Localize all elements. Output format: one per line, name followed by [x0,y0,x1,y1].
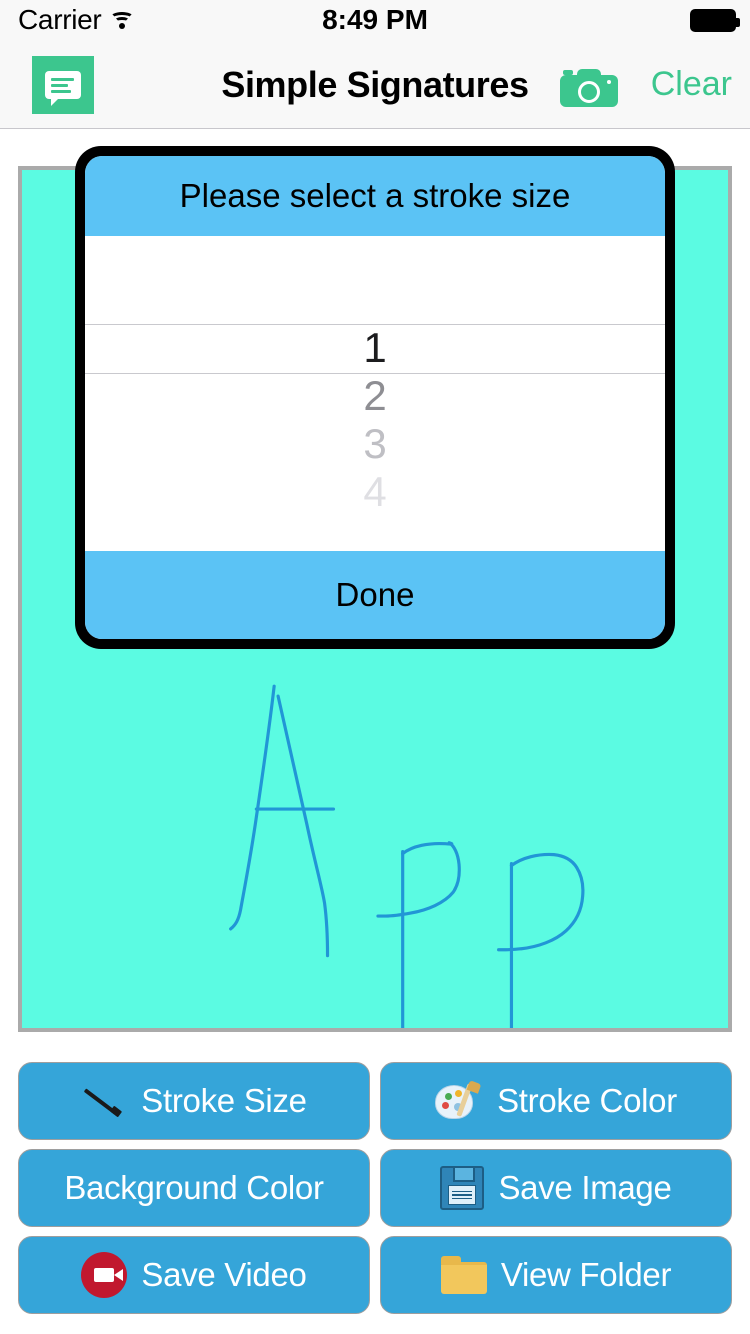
page-title: Simple Signatures [221,63,529,105]
view-folder-button-label: View Folder [500,1256,672,1293]
done-button[interactable]: Done [85,551,665,639]
picker-option-3[interactable]: 3 [85,420,665,468]
navigation-bar: Simple Signatures Clear [0,40,750,129]
action-button-grid: Stroke Size Stroke Color Background Colo… [18,1062,732,1314]
save-image-button[interactable]: Save Image [380,1149,732,1227]
picker-option-4[interactable]: 4 [85,468,665,516]
status-bar-right [690,0,740,40]
status-bar-time: 8:49 PM [322,4,428,35]
picker-selection-line-bottom [85,373,665,374]
stroke-size-picker[interactable]: 1 2 3 4 [85,236,665,551]
picker-selection-line-top [85,324,665,325]
battery-full-icon [690,8,740,32]
palette-icon [435,1080,483,1121]
action-row-1: Stroke Size Stroke Color [18,1062,732,1140]
stroke-color-button[interactable]: Stroke Color [380,1062,732,1140]
stroke-size-dialog: Please select a stroke size 1 2 3 4 Done [75,146,675,649]
stroke-color-button-label: Stroke Color [497,1082,677,1119]
save-image-button-label: Save Image [498,1169,672,1206]
app-root: Carrier 8:49 PM Simple Signatures Clear [0,0,750,1334]
picker-option-2[interactable]: 2 [85,372,665,420]
action-row-3: Save Video View Folder [18,1236,732,1314]
camera-button[interactable] [560,67,618,107]
clear-button[interactable]: Clear [651,40,732,129]
dialog-body: Please select a stroke size 1 2 3 4 Done [85,156,665,639]
folder-icon [440,1256,487,1294]
pen-stroke-icon [81,1082,127,1120]
picker-options: 1 2 3 4 [85,236,665,516]
dialog-title: Please select a stroke size [85,156,665,236]
floppy-disk-icon [440,1166,485,1210]
stroke-size-button-label: Stroke Size [141,1082,307,1119]
picker-option-1[interactable]: 1 [85,324,665,372]
action-row-2: Background Color Save Image [18,1149,732,1227]
background-color-button[interactable]: Background Color [18,1149,370,1227]
background-color-button-label: Background Color [64,1169,324,1206]
save-video-button-label: Save Video [141,1256,307,1293]
video-camera-icon [81,1252,128,1298]
save-video-button[interactable]: Save Video [18,1236,370,1314]
stroke-size-button[interactable]: Stroke Size [18,1062,370,1140]
view-folder-button[interactable]: View Folder [380,1236,732,1314]
status-bar: Carrier 8:49 PM [0,0,750,40]
